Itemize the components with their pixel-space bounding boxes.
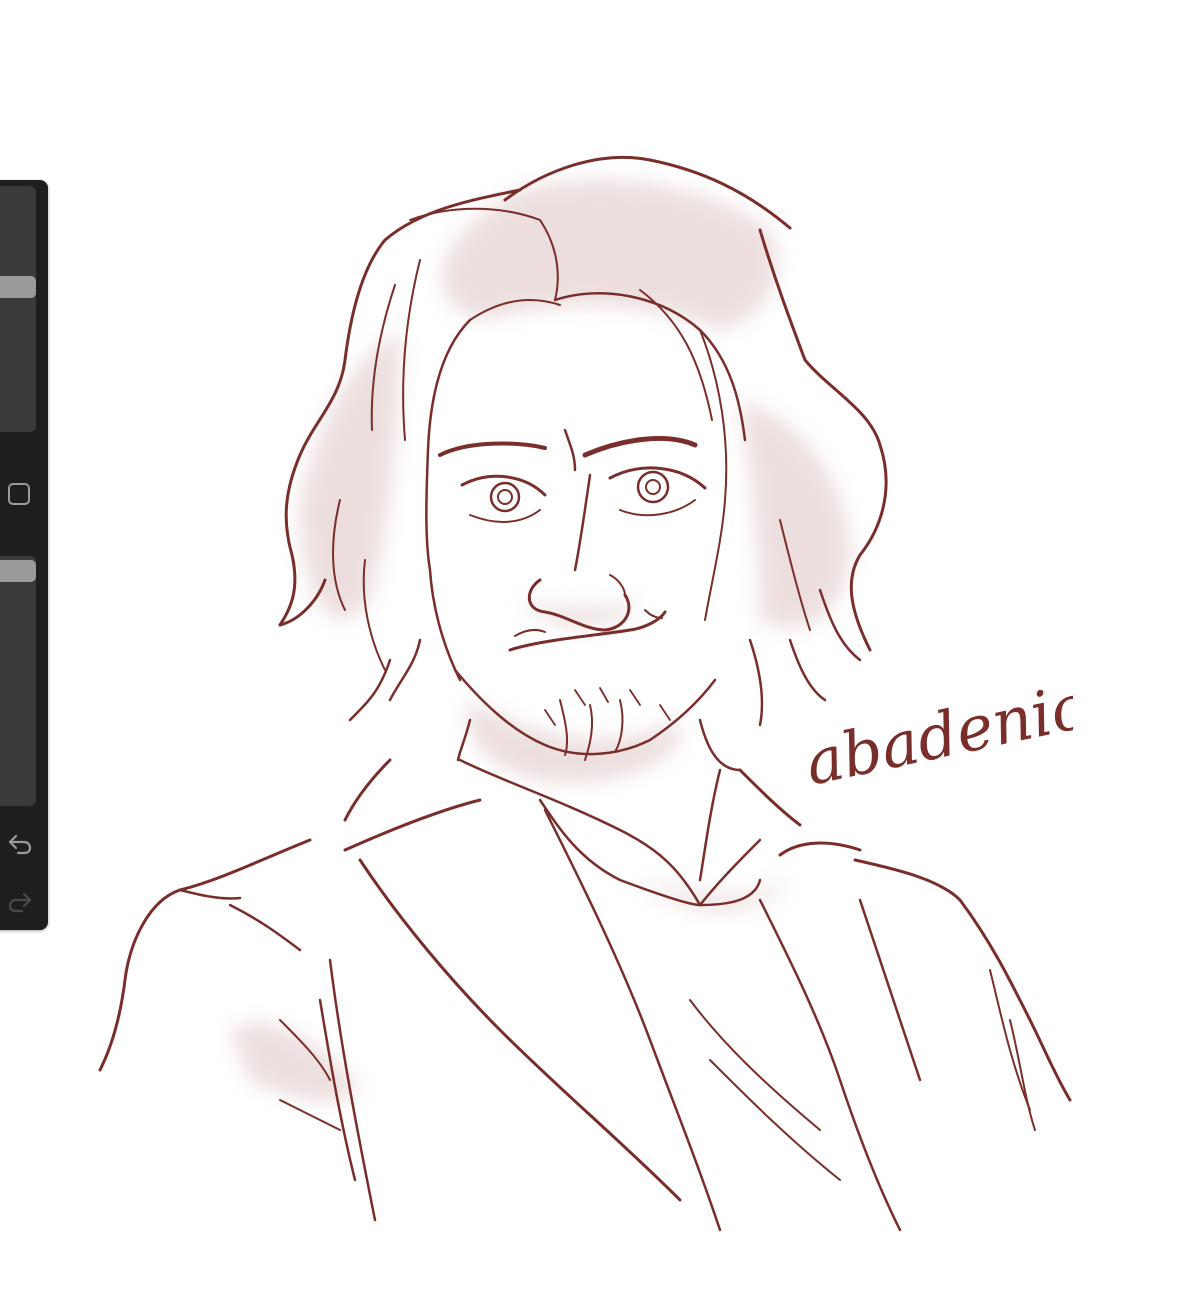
portrait-sketch	[98, 155, 1072, 1232]
shading	[230, 180, 850, 1101]
signature-text: abadenicc	[803, 690, 1073, 800]
undo-arrow-icon	[8, 834, 32, 855]
brush-size-slider[interactable]	[0, 186, 36, 432]
artist-signature: abadenicc	[803, 690, 1073, 800]
redo-arrow-icon	[8, 892, 32, 913]
square-icon[interactable]	[8, 483, 30, 505]
drawing-canvas[interactable]: abadenicc	[0, 0, 1200, 1316]
opacity-slider[interactable]	[0, 556, 36, 806]
opacity-thumb[interactable]	[0, 560, 36, 582]
undo-button[interactable]	[4, 828, 36, 860]
brush-size-thumb[interactable]	[0, 276, 36, 298]
redo-button[interactable]	[4, 886, 36, 918]
brush-sidebar	[0, 180, 48, 930]
